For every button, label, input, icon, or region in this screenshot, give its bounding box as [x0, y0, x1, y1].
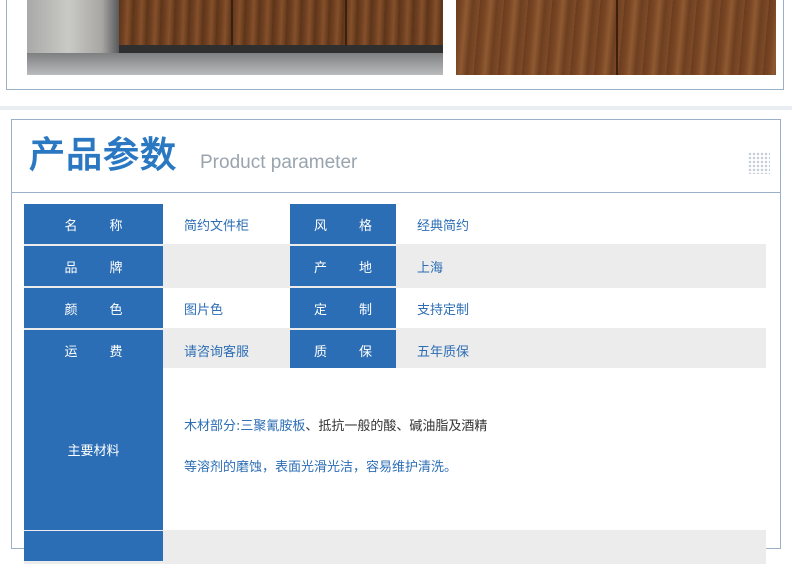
table-row-material: 主要材料 木材部分:三聚氰胺板、抵抗一般的酸、碱油脂及酒精 等溶剂的磨蚀，表面光…: [24, 368, 766, 530]
section-title: 产品参数: [29, 135, 178, 176]
door-seam: [231, 0, 233, 45]
param-label: 名称: [24, 204, 163, 244]
param-value: [163, 246, 290, 286]
label-char: 颜: [64, 302, 78, 318]
label-char: 品: [64, 260, 78, 276]
table-row: 运费 请咨询客服 质保 五年质保: [24, 330, 766, 370]
param-value: 图片色: [163, 288, 290, 328]
material-property: 、抵抗一般的酸、碱油脂及酒精: [305, 419, 488, 434]
param-label: 定制: [290, 288, 396, 328]
param-label: 品牌: [24, 246, 163, 286]
cabinet-doors: [119, 0, 443, 45]
material-line-2: 等溶剂的磨蚀，表面光滑光洁，容易维护清洗。: [184, 460, 458, 475]
table-row: 名称 简约文件柜 风格 经典简约: [24, 204, 766, 244]
floor: [27, 53, 443, 75]
table-row: 颜色 图片色 定制 支持定制: [24, 288, 766, 328]
label-char: 称: [109, 218, 123, 234]
label-char: 格: [359, 218, 373, 234]
param-value: 经典简约: [396, 204, 766, 244]
param-value: 五年质保: [396, 330, 766, 370]
material-description: 木材部分:三聚氰胺板、抵抗一般的酸、碱油脂及酒精 等溶剂的磨蚀，表面光滑光洁，容…: [163, 368, 766, 530]
param-label: 运费: [24, 330, 163, 370]
param-value: 简约文件柜: [163, 204, 290, 244]
label-char: 牌: [109, 260, 123, 276]
panel-header: 产品参数 Product parameter: [12, 120, 780, 193]
label-char: 制: [359, 302, 373, 318]
label-char: 名: [64, 218, 78, 234]
param-label: 主要材料: [24, 368, 163, 530]
param-value: 请咨询客服: [163, 330, 290, 370]
product-photo-wood-detail: [456, 0, 776, 75]
product-photo-cabinet: [27, 0, 443, 75]
label-char: 保: [359, 344, 373, 360]
label-char: 质: [313, 344, 327, 360]
label-char: 费: [109, 344, 123, 360]
label-char: 定: [313, 302, 327, 318]
door-seam: [616, 0, 618, 75]
label-char: 产: [313, 260, 327, 276]
label-char: 色: [109, 302, 123, 318]
material-name: 木材部分:三聚氰胺板: [184, 419, 306, 434]
product-parameter-panel: 产品参数 Product parameter 名称 简约文件柜 风格 经典简约 …: [11, 119, 781, 564]
section-subtitle: Product parameter: [200, 152, 358, 173]
param-label: 风格: [290, 204, 396, 244]
table-row: 品牌 产地 上海: [24, 246, 766, 286]
param-label: 产地: [290, 246, 396, 286]
dot-grid-icon: [748, 152, 770, 174]
material-line-1: 木材部分:三聚氰胺板、抵抗一般的酸、碱油脂及酒精: [184, 418, 487, 436]
param-label: 颜色: [24, 288, 163, 328]
label-char: 运: [64, 344, 78, 360]
product-gallery: [6, 0, 784, 90]
label-char: 风: [313, 218, 327, 234]
param-value: 上海: [396, 246, 766, 286]
label-char: 地: [359, 260, 373, 276]
param-value: 支持定制: [396, 288, 766, 328]
cabinet-base: [119, 45, 443, 53]
door-seam: [345, 0, 347, 45]
param-label: 质保: [290, 330, 396, 370]
section-divider: [0, 106, 792, 110]
